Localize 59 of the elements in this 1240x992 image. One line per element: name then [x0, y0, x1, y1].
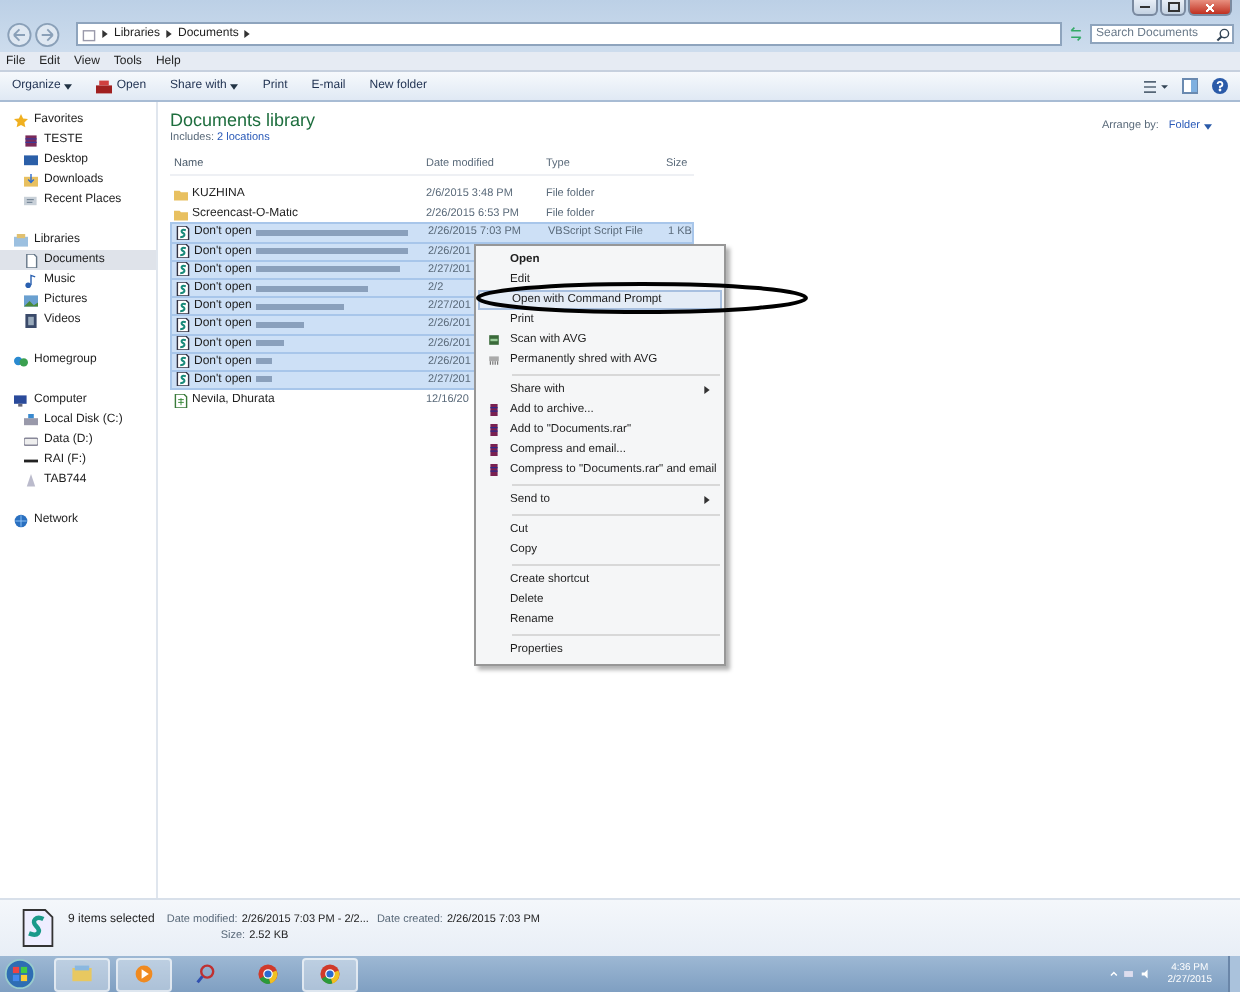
- chevron-icon[interactable]: [102, 30, 108, 38]
- script-file-icon: [176, 281, 190, 296]
- scanner-icon: [488, 334, 500, 346]
- show-desktop-button[interactable]: [1228, 956, 1240, 992]
- script-file-icon: [176, 262, 190, 277]
- archive-icon: [488, 424, 500, 436]
- preview-pane-icon[interactable]: [1182, 78, 1198, 94]
- drive-icon: [24, 433, 38, 447]
- help-icon[interactable]: [1212, 78, 1228, 94]
- submenu-arrow-icon: [704, 386, 710, 394]
- open-file-icon: [96, 79, 113, 93]
- script-file-icon: [176, 336, 190, 351]
- minimize-button[interactable]: [1132, 0, 1158, 16]
- script-file-icon: [176, 354, 190, 369]
- archive-icon: [488, 464, 500, 476]
- script-file-icon: [20, 906, 56, 950]
- desktop-icon: [24, 153, 38, 167]
- taskbar-button[interactable]: [302, 957, 358, 991]
- pictures-icon: [24, 293, 38, 307]
- chevron-icon[interactable]: [166, 30, 173, 38]
- archive-icon: [488, 404, 500, 416]
- caret-icon: [1204, 123, 1212, 129]
- archive-icon: [488, 444, 500, 456]
- recent-places-icon: [24, 193, 38, 207]
- chevron-icon[interactable]: [244, 30, 251, 38]
- homegroup-icon: [14, 353, 28, 367]
- submenu-arrow-icon: [704, 496, 710, 504]
- star-icon: [14, 113, 28, 127]
- chrome-icon: [318, 962, 342, 986]
- downloads-icon: [24, 173, 38, 187]
- chrome-icon: [256, 962, 280, 986]
- script-file-icon: [176, 299, 190, 314]
- script-file-icon: [176, 317, 190, 332]
- magnifier-icon: [194, 962, 218, 986]
- start-button[interactable]: [4, 958, 36, 990]
- spreadsheet-icon: [174, 393, 188, 408]
- close-button[interactable]: [1188, 0, 1232, 16]
- media-player-icon: [132, 962, 156, 986]
- search-icon: [1216, 27, 1230, 41]
- script-file-icon: [176, 244, 190, 259]
- film-icon: [24, 313, 38, 327]
- script-file-icon: [176, 372, 190, 387]
- maximize-button[interactable]: [1160, 0, 1186, 16]
- view-options-icon[interactable]: [1144, 79, 1168, 93]
- script-file-icon: [176, 225, 190, 240]
- computer-icon: [14, 393, 28, 407]
- tray-icons[interactable]: [1107, 968, 1152, 980]
- shredder-icon: [488, 354, 500, 366]
- network-icon: [14, 513, 28, 527]
- library-title: Documents library: [170, 110, 316, 130]
- taskbar-button[interactable]: [116, 957, 172, 991]
- books-icon: [24, 133, 38, 147]
- refresh-icon[interactable]: [1068, 26, 1084, 42]
- caret-icon: [230, 83, 239, 89]
- device-icon: [24, 473, 38, 487]
- document-icon: [24, 253, 38, 267]
- music-note-icon: [24, 273, 38, 287]
- caret-icon: [64, 83, 73, 89]
- library-icon: [14, 233, 28, 247]
